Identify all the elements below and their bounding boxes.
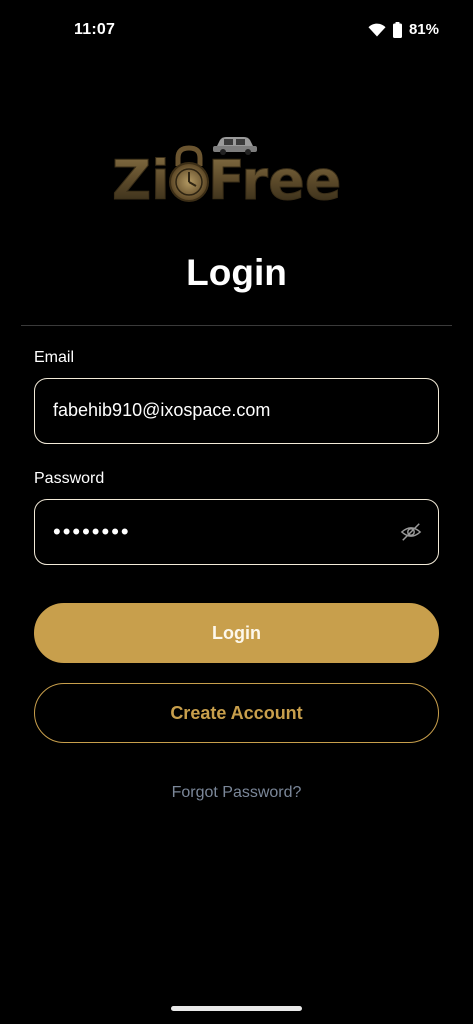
login-button[interactable]: Login [34, 603, 439, 663]
page-title: Login [186, 252, 287, 293]
padlock-icon [169, 145, 209, 202]
wifi-icon [368, 23, 386, 37]
home-indicator[interactable] [171, 1006, 302, 1011]
logo-text-left: Zi [112, 149, 170, 206]
email-label: Email [34, 349, 75, 366]
forgot-password-link[interactable]: Forgot Password? [0, 784, 473, 802]
logo-text-right: Free [208, 149, 341, 206]
divider [21, 325, 452, 326]
password-value[interactable]: •••••••• [53, 500, 131, 563]
status-icons: 81% [368, 21, 439, 38]
status-bar: 11:07 81% [0, 0, 473, 62]
create-account-button[interactable]: Create Account [34, 683, 439, 743]
email-field[interactable]: fabehib910@ixospace.com [34, 378, 439, 444]
eye-off-icon[interactable] [400, 521, 422, 543]
app-logo: Zi Free [110, 132, 364, 213]
email-value[interactable]: fabehib910@ixospace.com [53, 379, 270, 442]
battery-icon [392, 21, 402, 38]
password-field[interactable]: •••••••• [34, 499, 439, 565]
password-label: Password [34, 470, 105, 487]
battery-percentage: 81% [408, 21, 439, 38]
status-time: 11:07 [74, 21, 116, 38]
